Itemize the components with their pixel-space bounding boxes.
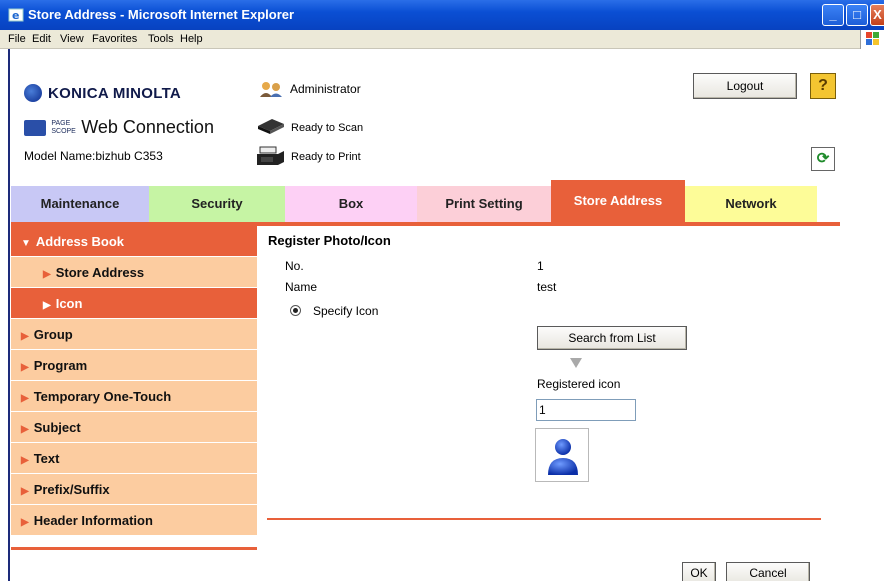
registered-icon-preview	[535, 428, 589, 482]
arrow-right-icon: ▶	[21, 455, 29, 466]
printer-icon	[257, 146, 284, 165]
pagescope-label: PAGE SCOPE	[51, 120, 76, 136]
menu-edit[interactable]: Edit	[32, 33, 51, 45]
menu-view[interactable]: View	[60, 33, 84, 45]
down-arrow-icon	[570, 358, 582, 368]
window-title-bar: e Store Address - Microsoft Internet Exp…	[0, 0, 884, 30]
print-status: Ready to Print	[291, 151, 361, 163]
no-value: 1	[537, 259, 544, 273]
sidebar-item-label: Prefix/Suffix	[33, 482, 110, 497]
registered-icon-label: Registered icon	[537, 377, 621, 391]
sidebar-item-label: Address Book	[35, 234, 125, 249]
menu-favorites[interactable]: Favorites	[92, 33, 137, 45]
menu-file[interactable]: File	[8, 33, 26, 45]
content-divider	[267, 518, 821, 520]
tab-security[interactable]: Security	[149, 186, 285, 222]
scan-status: Ready to Scan	[291, 122, 364, 134]
tab-box[interactable]: Box	[285, 186, 417, 222]
ie-icon: e	[8, 8, 24, 22]
logout-button[interactable]: Logout	[693, 73, 797, 99]
administrator-icon	[260, 82, 282, 97]
sidebar-item-label: Group	[33, 327, 73, 342]
sidebar-item-prefix-suffix[interactable]: ▶ Prefix/Suffix	[11, 474, 257, 505]
sidebar-item-header-information[interactable]: ▶ Header Information	[11, 505, 257, 536]
page-title: Register Photo/Icon	[268, 233, 391, 248]
person-icon	[548, 439, 578, 475]
arrow-right-icon: ▶	[21, 331, 29, 342]
sidebar-item-label: Text	[33, 451, 60, 466]
arrow-right-icon: ▶	[43, 300, 51, 311]
model-name: Model Name:bizhub C353	[24, 149, 163, 163]
sidebar-item-label: Temporary One-Touch	[33, 389, 172, 404]
arrow-right-icon: ▶	[21, 424, 29, 435]
tab-network[interactable]: Network	[685, 186, 817, 222]
search-from-list-button[interactable]: Search from List	[537, 326, 687, 350]
minimize-button[interactable]: _	[822, 4, 844, 26]
tab-print-setting[interactable]: Print Setting	[417, 186, 551, 222]
sidebar-item-label: Program	[33, 358, 88, 373]
specify-icon-radio[interactable]	[290, 305, 301, 316]
cancel-button[interactable]: Cancel	[726, 562, 810, 581]
refresh-icon[interactable]: ⟳	[811, 147, 835, 171]
sidebar-item-label: Subject	[33, 420, 81, 435]
tab-store-address[interactable]: Store Address	[551, 180, 685, 222]
menu-tools[interactable]: Tools	[148, 33, 174, 45]
specify-icon-label: Specify Icon	[313, 304, 379, 318]
sidebar-item-label: Header Information	[33, 513, 153, 528]
close-button[interactable]: X	[870, 4, 884, 26]
sidebar-divider	[11, 547, 257, 550]
sidebar-item-icon[interactable]: ▶ Icon	[11, 288, 257, 319]
konica-globe-icon	[24, 84, 42, 102]
sidebar-item-label: Store Address	[55, 265, 145, 280]
sidebar-item-group[interactable]: ▶ Group	[11, 319, 257, 350]
menu-bar: File Edit View Favorites Tools Help	[0, 30, 884, 49]
windows-flag-icon	[860, 30, 884, 49]
pagescope-web-connection-logo: PAGE SCOPE Web Connection	[24, 117, 214, 138]
menu-help[interactable]: Help	[180, 33, 203, 45]
sidebar-item-subject[interactable]: ▶ Subject	[11, 412, 257, 443]
sidebar-item-temporary-one-touch[interactable]: ▶ Temporary One-Touch	[11, 381, 257, 412]
ok-button[interactable]: OK	[682, 562, 716, 581]
name-value: test	[537, 280, 557, 294]
sidebar-item-program[interactable]: ▶ Program	[11, 350, 257, 381]
arrow-right-icon: ▶	[21, 517, 29, 528]
maximize-button[interactable]: □	[846, 4, 868, 26]
page-frame-edge	[0, 49, 10, 581]
web-connection-text: Web Connection	[81, 117, 214, 137]
pagescope-icon	[24, 119, 46, 136]
arrow-right-icon: ▶	[21, 362, 29, 373]
registered-icon-field[interactable]	[536, 399, 636, 421]
sidebar-item-store-address[interactable]: ▶ Store Address	[11, 257, 257, 288]
sidebar-item-text[interactable]: ▶ Text	[11, 443, 257, 474]
arrow-right-icon: ▶	[43, 269, 51, 280]
help-button[interactable]: ?	[810, 73, 836, 99]
scanner-icon	[258, 119, 284, 134]
sidebar-item-label: Icon	[55, 296, 83, 311]
sidebar-item-address-book[interactable]: ▼ Address Book	[11, 226, 257, 257]
brand-name: KONICA MINOLTA	[48, 85, 182, 102]
tab-maintenance[interactable]: Maintenance	[11, 186, 149, 222]
pagescope-top: PAGE	[51, 119, 71, 127]
no-label: No.	[285, 259, 304, 273]
arrow-right-icon: ▶	[21, 486, 29, 497]
arrow-right-icon: ▶	[21, 393, 29, 404]
pagescope-bottom: SCOPE	[51, 127, 76, 135]
user-name: Administrator	[290, 82, 361, 96]
svg-text:e: e	[12, 9, 19, 22]
sidebar: ▼ Address Book ▶ Store Address ▶ Icon ▶ Grou…	[11, 226, 257, 536]
name-label: Name	[285, 280, 318, 294]
window-title: Store Address - Microsoft Internet Explo…	[28, 7, 295, 22]
expanded-arrow-icon: ▼	[21, 238, 31, 249]
